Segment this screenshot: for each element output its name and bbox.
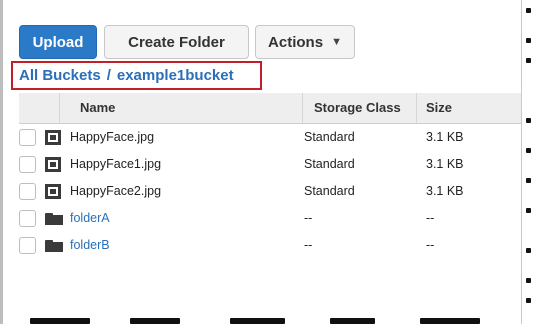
cropped-mark xyxy=(526,58,531,63)
table-row[interactable]: folderA -- -- xyxy=(19,205,521,232)
row-size: 3.1 KB xyxy=(426,184,464,198)
row-storage-class: Standard xyxy=(304,157,355,171)
row-name[interactable]: HappyFace2.jpg xyxy=(70,178,161,205)
row-checkbox[interactable] xyxy=(19,210,36,227)
row-checkbox[interactable] xyxy=(19,129,36,146)
chevron-down-icon: ▼ xyxy=(331,36,342,48)
create-folder-button[interactable]: Create Folder xyxy=(104,25,249,59)
column-header-size[interactable]: Size xyxy=(426,93,452,123)
cropped-mark xyxy=(526,38,531,43)
left-border xyxy=(0,0,3,324)
row-checkbox[interactable] xyxy=(19,156,36,173)
file-icon xyxy=(45,184,61,199)
cropped-text-fragment xyxy=(420,318,480,324)
table-row[interactable]: HappyFace2.jpg Standard 3.1 KB xyxy=(19,178,521,205)
cropped-bottom-text xyxy=(30,318,520,324)
file-browser-panel: Upload Create Folder Actions ▼ All Bucke… xyxy=(0,0,535,324)
folder-icon xyxy=(45,213,63,225)
folder-icon xyxy=(45,240,63,252)
file-icon xyxy=(45,157,61,172)
row-storage-class: -- xyxy=(304,211,313,225)
column-divider xyxy=(59,93,60,123)
row-name-link[interactable]: folderB xyxy=(70,232,110,259)
cropped-text-fragment xyxy=(30,318,90,324)
table-row[interactable]: HappyFace1.jpg Standard 3.1 KB xyxy=(19,151,521,178)
row-name[interactable]: HappyFace1.jpg xyxy=(70,151,161,178)
cropped-mark xyxy=(526,148,531,153)
cropped-mark xyxy=(526,248,531,253)
cropped-mark xyxy=(526,208,531,213)
row-size: 3.1 KB xyxy=(426,157,464,171)
column-divider xyxy=(416,93,417,123)
cropped-mark xyxy=(526,178,531,183)
upload-button[interactable]: Upload xyxy=(19,25,97,59)
column-header-storage-class[interactable]: Storage Class xyxy=(314,93,401,123)
breadcrumb-root-link[interactable]: All Buckets xyxy=(19,67,101,84)
column-header-name[interactable]: Name xyxy=(80,93,115,123)
cropped-text-fragment xyxy=(230,318,285,324)
row-size: -- xyxy=(426,211,435,225)
cropped-adjacent-content xyxy=(523,0,535,324)
row-storage-class: -- xyxy=(304,238,313,252)
right-border xyxy=(521,0,522,324)
table-header: Name Storage Class Size xyxy=(19,93,521,124)
row-name[interactable]: HappyFace.jpg xyxy=(70,124,154,151)
row-size: 3.1 KB xyxy=(426,130,464,144)
row-storage-class: Standard xyxy=(304,130,355,144)
breadcrumb-separator: / xyxy=(106,67,111,84)
cropped-mark xyxy=(526,278,531,283)
row-size: -- xyxy=(426,238,435,252)
row-name-link[interactable]: folderA xyxy=(70,205,110,232)
table-row[interactable]: folderB -- -- xyxy=(19,232,521,259)
file-icon xyxy=(45,130,61,145)
cropped-mark xyxy=(526,298,531,303)
actions-dropdown-button[interactable]: Actions ▼ xyxy=(255,25,355,59)
table-row[interactable]: HappyFace.jpg Standard 3.1 KB xyxy=(19,124,521,151)
cropped-text-fragment xyxy=(330,318,375,324)
column-divider xyxy=(302,93,303,123)
cropped-mark xyxy=(526,8,531,13)
object-table: Name Storage Class Size HappyFace.jpg St… xyxy=(19,93,521,259)
row-checkbox[interactable] xyxy=(19,237,36,254)
row-checkbox[interactable] xyxy=(19,183,36,200)
actions-label: Actions xyxy=(268,33,324,51)
breadcrumb-bucket-link[interactable]: example1bucket xyxy=(117,67,234,84)
breadcrumb: All Buckets / example1bucket xyxy=(19,67,234,84)
cropped-mark xyxy=(526,118,531,123)
row-storage-class: Standard xyxy=(304,184,355,198)
cropped-text-fragment xyxy=(130,318,180,324)
